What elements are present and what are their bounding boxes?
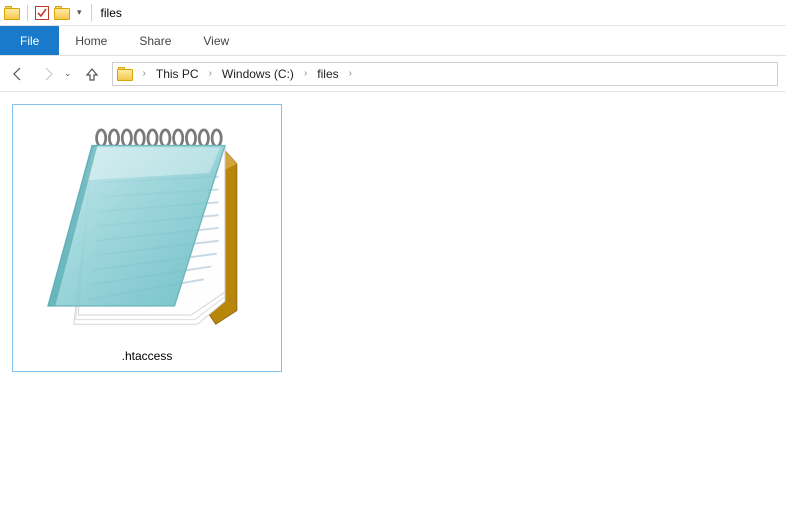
- nav-up-button[interactable]: [82, 64, 102, 84]
- ribbon-file-tab[interactable]: File: [0, 26, 59, 55]
- file-item[interactable]: .htaccess: [12, 104, 282, 372]
- breadcrumb-folder[interactable]: files: [315, 67, 340, 81]
- address-folder-icon: [117, 66, 135, 82]
- ribbon-tabs: File Home Share View: [0, 26, 786, 56]
- ribbon-tab-home-label: Home: [75, 34, 107, 48]
- ribbon-tab-share[interactable]: Share: [123, 26, 187, 55]
- navigation-bar: ⌄ › This PC › Windows (C:) › files ›: [0, 56, 786, 92]
- qat-customize-dropdown[interactable]: ▾: [75, 7, 84, 18]
- ribbon-tab-home[interactable]: Home: [59, 26, 123, 55]
- qat-properties-icon[interactable]: [33, 4, 51, 22]
- nav-recent-dropdown[interactable]: ⌄: [64, 68, 72, 79]
- ribbon-tab-view-label: View: [203, 34, 229, 48]
- qat-separator: [27, 5, 28, 21]
- chevron-right-icon[interactable]: ›: [205, 68, 216, 79]
- qat-newfolder-icon[interactable]: [54, 5, 72, 21]
- app-folder-icon: [4, 5, 22, 21]
- chevron-right-icon[interactable]: ›: [345, 68, 356, 79]
- address-bar[interactable]: › This PC › Windows (C:) › files ›: [112, 62, 778, 86]
- file-list[interactable]: .htaccess: [0, 92, 786, 384]
- breadcrumb-this-pc[interactable]: This PC: [154, 67, 201, 81]
- window-title: files: [101, 6, 122, 20]
- title-separator: [91, 4, 92, 22]
- title-bar: ▾ files: [0, 0, 786, 26]
- breadcrumb-drive[interactable]: Windows (C:): [220, 67, 296, 81]
- ribbon-file-label: File: [20, 34, 39, 48]
- ribbon-tab-share-label: Share: [139, 34, 171, 48]
- nav-back-button[interactable]: [8, 64, 28, 84]
- chevron-right-icon[interactable]: ›: [300, 68, 311, 79]
- nav-forward-button[interactable]: [38, 64, 58, 84]
- file-name-label: .htaccess: [122, 345, 173, 365]
- chevron-right-icon[interactable]: ›: [139, 68, 150, 79]
- notepad-icon: [19, 111, 275, 345]
- ribbon-tab-view[interactable]: View: [187, 26, 245, 55]
